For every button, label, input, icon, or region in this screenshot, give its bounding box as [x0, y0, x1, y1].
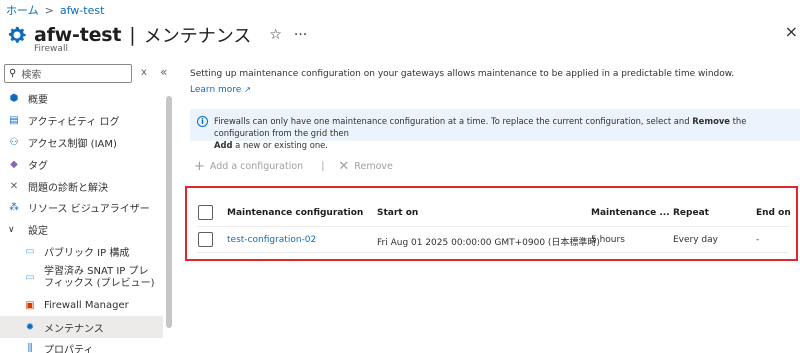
- row-checkbox[interactable]: [198, 232, 213, 247]
- sidebar: ⚲ 検索 x « ⬢ 概要 ▤ アクティビティ ログ ⚇ アクセス制御 (IAM…: [0, 60, 176, 353]
- sidebar-item-maintenance[interactable]: ✹ メンテナンス: [0, 316, 163, 338]
- sidebar-item-properties[interactable]: ⫼ プロパティ: [0, 338, 163, 353]
- sidebar-nav: ⬢ 概要 ▤ アクティビティ ログ ⚇ アクセス制御 (IAM) ◆ タグ ✕ …: [0, 88, 163, 353]
- search-icon: ⚲: [9, 68, 17, 79]
- column-header[interactable]: Maintenance ...: [591, 208, 670, 218]
- more-options-icon[interactable]: ···: [294, 27, 307, 43]
- breadcrumb-home[interactable]: ホーム: [6, 2, 39, 18]
- description-text: Setting up maintenance configuration on …: [190, 69, 735, 79]
- resource-type-label: Firewall: [34, 44, 68, 54]
- table-header-row: Maintenance configuration Start on Maint…: [197, 200, 791, 227]
- end-on-cell: -: [756, 235, 760, 245]
- sidebar-item-label: 学習済み SNAT IP プレフィックス (プレビュー): [44, 266, 155, 290]
- table-row[interactable]: test-configration-02 Fri Aug 01 2025 00:…: [197, 227, 789, 253]
- search-placeholder: 検索: [21, 70, 42, 81]
- learn-more-link[interactable]: Learn more ↗: [190, 85, 251, 95]
- gear-icon: ✹: [25, 321, 35, 333]
- sidebar-item-iam[interactable]: ⚇ アクセス制御 (IAM): [0, 132, 163, 154]
- external-link-icon: ↗: [244, 85, 251, 94]
- sidebar-item-label: 概要: [28, 95, 48, 107]
- info-line-1: Firewalls can only have one maintenance …: [214, 116, 747, 138]
- clear-search-button[interactable]: x: [141, 67, 147, 78]
- learn-more-label: Learn more: [190, 85, 242, 95]
- sidebar-item-label: パブリック IP 構成: [44, 247, 130, 259]
- maintenance-duration-cell: 5 hours: [591, 235, 625, 245]
- highlight-frame: Maintenance configuration Start on Maint…: [185, 186, 798, 261]
- repeat-cell: Every day: [673, 235, 718, 245]
- configuration-name-link[interactable]: test-configration-02: [227, 235, 316, 245]
- sidebar-item-diagnose[interactable]: ✕ 問題の診断と解決: [0, 175, 163, 197]
- gear-icon: [8, 26, 26, 43]
- sidebar-item-label: メンテナンス: [44, 323, 104, 335]
- sidebar-item-tags[interactable]: ◆ タグ: [0, 153, 163, 175]
- remove-button[interactable]: Remove: [354, 161, 393, 172]
- sidebar-item-label: タグ: [28, 160, 48, 172]
- breadcrumb-separator: >: [44, 3, 54, 17]
- firewall-manager-icon: ▣: [25, 299, 35, 311]
- info-line-2: Add a new or existing one.: [214, 140, 328, 150]
- sidebar-item-label: 問題の診断と解決: [28, 182, 108, 194]
- snat-icon: ▭: [25, 272, 35, 284]
- sidebar-item-overview[interactable]: ⬢ 概要: [0, 88, 163, 110]
- visualizer-icon: ⁂: [9, 202, 19, 214]
- public-ip-icon: ▭: [25, 245, 35, 257]
- iam-icon: ⚇: [9, 136, 19, 148]
- diagnose-icon: ✕: [9, 180, 19, 192]
- column-header[interactable]: Repeat: [673, 208, 709, 218]
- sidebar-item-label: アクセス制御 (IAM): [28, 138, 117, 150]
- sidebar-item-label: Firewall Manager: [44, 299, 129, 311]
- sidebar-item-firewall-manager[interactable]: ▣ Firewall Manager: [0, 294, 163, 316]
- close-icon[interactable]: ×: [785, 22, 798, 41]
- sidebar-item-label: 設定: [28, 226, 48, 238]
- sidebar-item-activity-log[interactable]: ▤ アクティビティ ログ: [0, 110, 163, 132]
- select-all-checkbox[interactable]: [198, 205, 213, 220]
- sidebar-item-snat-prefixes[interactable]: ▭ 学習済み SNAT IP プレフィックス (プレビュー): [0, 262, 163, 294]
- main-content: Setting up maintenance configuration on …: [185, 60, 800, 353]
- sidebar-item-label: アクティビティ ログ: [28, 117, 120, 129]
- configurations-grid: Maintenance configuration Start on Maint…: [197, 200, 791, 253]
- collapse-sidebar-button[interactable]: «: [160, 65, 167, 79]
- info-icon: i: [197, 116, 208, 127]
- sidebar-item-public-ip[interactable]: ▭ パブリック IP 構成: [0, 241, 163, 263]
- toolbar: + Add a configuration | ✕ Remove: [194, 159, 393, 174]
- breadcrumb: ホーム > afw-test: [6, 2, 104, 18]
- toolbar-divider: |: [321, 161, 325, 172]
- sidebar-item-label: プロパティ: [44, 345, 94, 353]
- title-separator: |: [129, 24, 136, 46]
- activity-log-icon: ▤: [9, 115, 19, 127]
- breadcrumb-current[interactable]: afw-test: [60, 4, 105, 17]
- remove-x-icon: ✕: [338, 159, 350, 174]
- sidebar-group-settings[interactable]: ∨ 設定: [0, 219, 163, 241]
- favorite-star-icon[interactable]: ☆: [269, 27, 282, 43]
- page-subtitle: メンテナンス: [143, 26, 252, 47]
- tag-icon: ◆: [10, 158, 18, 170]
- chevron-down-icon: ∨: [8, 224, 15, 235]
- properties-icon: ⫼: [27, 343, 33, 353]
- add-configuration-button[interactable]: Add a configuration: [210, 161, 303, 172]
- column-header[interactable]: Maintenance configuration: [227, 208, 363, 218]
- start-on-cell: Fri Aug 01 2025 00:00:00 GMT+0900 (日本標準時…: [377, 238, 600, 248]
- column-header[interactable]: End on: [756, 208, 791, 218]
- sidebar-item-resource-visualizer[interactable]: ⁂ リソース ビジュアライザー: [0, 197, 163, 219]
- sidebar-item-label: リソース ビジュアライザー: [28, 204, 150, 216]
- search-input[interactable]: ⚲ 検索: [4, 64, 132, 83]
- overview-icon: ⬢: [9, 93, 19, 105]
- plus-icon: +: [194, 159, 205, 174]
- column-header[interactable]: Start on: [377, 208, 418, 218]
- info-banner: i Firewalls can only have one maintenanc…: [190, 109, 800, 150]
- sidebar-scrollbar[interactable]: [166, 96, 172, 328]
- page-title: afw-test: [34, 24, 122, 46]
